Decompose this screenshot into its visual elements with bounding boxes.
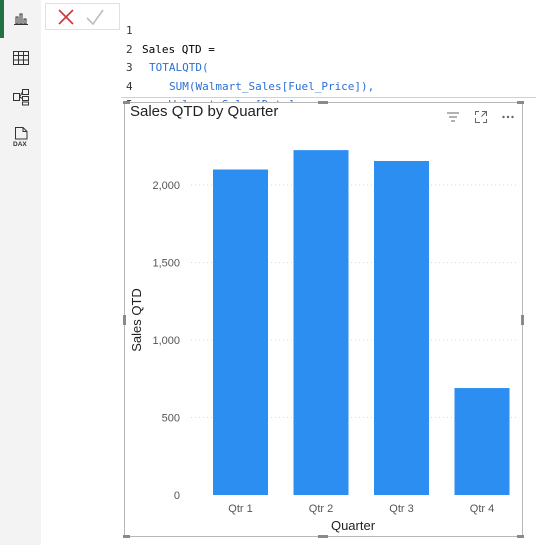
chart-plot: 0 500 1,000 1,500 2,000 Qtr 1 Qtr 2 Qtr 3 Qtr 4…	[129, 150, 517, 533]
commit-check-icon[interactable]	[84, 6, 106, 28]
report-view-icon[interactable]	[4, 4, 37, 34]
bar[interactable]	[213, 169, 268, 496]
formula-bar[interactable]: 1 Sales QTD = 2 TOTALQTD( 3 SUM(Walmart_…	[121, 4, 536, 129]
formula-divider	[121, 97, 536, 98]
table-view-icon[interactable]	[4, 43, 37, 73]
cancel-icon[interactable]	[55, 6, 77, 28]
model-view-icon[interactable]	[4, 82, 37, 112]
y-axis-title: Sales QTD	[129, 288, 144, 352]
bar[interactable]	[293, 150, 349, 495]
formula-line: 5 )	[121, 78, 149, 129]
view-rail: DAX	[0, 0, 41, 545]
dax-label: DAX	[13, 141, 27, 148]
y-tick-label: 500	[162, 413, 180, 425]
y-tick-label: 1,500	[152, 258, 180, 270]
x-axis-title: Quarter	[331, 518, 376, 533]
x-tick-label: Qtr 3	[389, 503, 413, 515]
formula-text: SUM(Walmart_Sales[Fuel_Price]),	[169, 79, 375, 93]
x-tick-label: Qtr 2	[309, 503, 333, 515]
x-tick-label: Qtr 4	[470, 503, 494, 515]
formula-text: TOTALQTD(	[149, 61, 209, 75]
formula-line: 3 SUM(Walmart_Sales[Fuel_Price]),	[121, 41, 374, 92]
y-tick-label: 0	[174, 490, 180, 502]
bar-chart-visual[interactable]: Sales QTD by Quarter 0 500 1,000 1,500 2,000…	[123, 101, 524, 538]
formula-line: 4 Walmart_Sales[Date]	[121, 59, 295, 111]
bar[interactable]	[454, 388, 510, 495]
formula-text: Sales QTD =	[142, 42, 215, 56]
formula-commit-controls	[45, 3, 120, 30]
dax-query-view-icon[interactable]: DAX	[4, 122, 37, 152]
bar[interactable]	[374, 160, 429, 495]
formula-line: 1 Sales QTD =	[121, 4, 215, 55]
y-tick-label: 2,000	[152, 180, 180, 192]
formula-line: 2 TOTALQTD(	[121, 22, 209, 74]
y-tick-label: 1,000	[152, 335, 180, 347]
x-tick-label: Qtr 1	[228, 503, 252, 515]
